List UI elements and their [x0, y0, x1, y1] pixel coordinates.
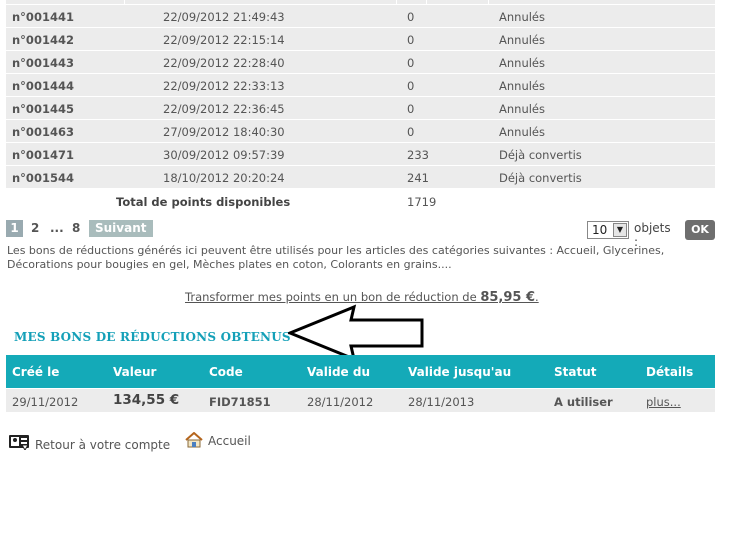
order-status: Annulés: [499, 33, 545, 47]
vouchers-table: Créé le Valeur Code Valide du Valide jus…: [6, 355, 715, 412]
order-number: n°001444: [12, 79, 74, 93]
order-date: 18/10/2012 20:20:24: [163, 171, 285, 185]
voucher-details-link[interactable]: plus...: [646, 395, 681, 409]
col-value: Valeur: [113, 365, 157, 379]
voucher-status: A utiliser: [554, 395, 613, 409]
transform-points-end: .: [535, 290, 539, 304]
categories-info-text: Les bons de réductions générés ici peuve…: [7, 244, 665, 271]
per-page-value: 10: [592, 223, 608, 237]
voucher-row: 29/11/2012 134,55 € FID71851 28/11/2012 …: [6, 389, 715, 412]
order-number: n°001544: [12, 171, 74, 185]
voucher-valid-from: 28/11/2012: [307, 395, 374, 409]
table-row: n°001444 22/09/2012 22:33:13 0 Annulés: [6, 74, 715, 97]
order-points: 0: [407, 102, 415, 116]
order-date: 22/09/2012 22:15:14: [163, 33, 285, 47]
voucher-code: FID71851: [209, 395, 271, 409]
account-card-icon: [9, 435, 29, 450]
section-title: MES BONS DE RÉDUCTIONS OBTENUS: [14, 330, 291, 344]
col-code: Code: [209, 365, 243, 379]
ok-button[interactable]: OK: [685, 220, 715, 240]
points-history-table: n°001441 22/09/2012 21:49:43 0 Annulés n°001…: [6, 0, 715, 211]
order-points: 0: [407, 125, 415, 139]
table-row: n°001471 30/09/2012 09:57:39 233 Déjà conve…: [6, 143, 715, 166]
total-points-value: 1719: [407, 195, 437, 209]
order-status: Annulés: [499, 56, 545, 70]
order-date: 22/09/2012 22:36:45: [163, 102, 285, 116]
order-status: Déjà convertis: [499, 171, 582, 185]
voucher-valid-until: 28/11/2013: [408, 395, 475, 409]
order-number: n°001463: [12, 125, 74, 139]
col-created: Créé le: [12, 365, 60, 379]
transform-points-link[interactable]: Transformer mes points en un bon de rédu…: [185, 290, 539, 305]
order-date: 22/09/2012 21:49:43: [163, 10, 285, 24]
order-number: n°001443: [12, 56, 74, 70]
back-to-account-label: Retour à votre compte: [35, 438, 171, 452]
next-page-button[interactable]: Suivant »: [89, 220, 153, 252]
order-status: Déjà convertis: [499, 148, 582, 162]
chevron-down-icon[interactable]: ▼: [613, 223, 627, 237]
order-date: 27/09/2012 18:40:30: [163, 125, 285, 139]
total-points-label: Total de points disponibles: [116, 195, 291, 209]
order-points: 241: [407, 171, 429, 185]
table-row: n°001442 22/09/2012 22:15:14 0 Annulés: [6, 28, 715, 51]
table-row: n°001544 18/10/2012 20:20:24 241 Déjà conve…: [6, 166, 715, 189]
order-date: 22/09/2012 22:33:13: [163, 79, 285, 93]
home-label: Accueil: [208, 434, 251, 448]
order-number: n°001471: [12, 148, 74, 162]
arrow-left-icon: [288, 304, 424, 362]
order-status: Annulés: [499, 10, 545, 24]
order-points: 0: [407, 79, 415, 93]
table-row: n°001441 22/09/2012 21:49:43 0 Annulés: [6, 5, 715, 28]
page-1-current[interactable]: 1: [6, 220, 23, 237]
transform-points-text: Transformer mes points en un bon de rédu…: [185, 290, 481, 304]
transform-points-amount: 85,95 €: [480, 290, 536, 305]
order-date: 22/09/2012 22:28:40: [163, 56, 285, 70]
page-2-link[interactable]: 2: [31, 220, 39, 237]
table-row: n°001463 27/09/2012 18:40:30 0 Annulés: [6, 120, 715, 143]
per-page-select[interactable]: 10 ▼: [587, 221, 629, 239]
voucher-created: 29/11/2012: [12, 395, 79, 409]
col-details: Détails: [646, 365, 694, 379]
order-points: 233: [407, 148, 429, 162]
col-status: Statut: [554, 365, 597, 379]
page-8-link[interactable]: 8: [72, 220, 80, 237]
order-status: Annulés: [499, 102, 545, 116]
order-number: n°001445: [12, 102, 74, 116]
order-status: Annulés: [499, 125, 545, 139]
voucher-value: 134,55 €: [113, 392, 180, 408]
col-valid-until: Valide jusqu'au: [408, 365, 512, 379]
order-points: 0: [407, 33, 415, 47]
total-points-row: Total de points disponibles 1719: [6, 189, 715, 211]
vouchers-table-header: Créé le Valeur Code Valide du Valide jus…: [6, 355, 715, 388]
col-valid-from: Valide du: [307, 365, 370, 379]
page-ellipsis: ...: [50, 221, 64, 235]
home-icon: [185, 432, 203, 448]
order-number: n°001441: [12, 10, 74, 24]
order-number: n°001442: [12, 33, 74, 47]
table-row: n°001443 22/09/2012 22:28:40 0 Annulés: [6, 51, 715, 74]
order-points: 0: [407, 10, 415, 24]
table-row: n°001445 22/09/2012 22:36:45 0 Annulés: [6, 97, 715, 120]
order-points: 0: [407, 56, 415, 70]
order-date: 30/09/2012 09:57:39: [163, 148, 285, 162]
order-status: Annulés: [499, 79, 545, 93]
